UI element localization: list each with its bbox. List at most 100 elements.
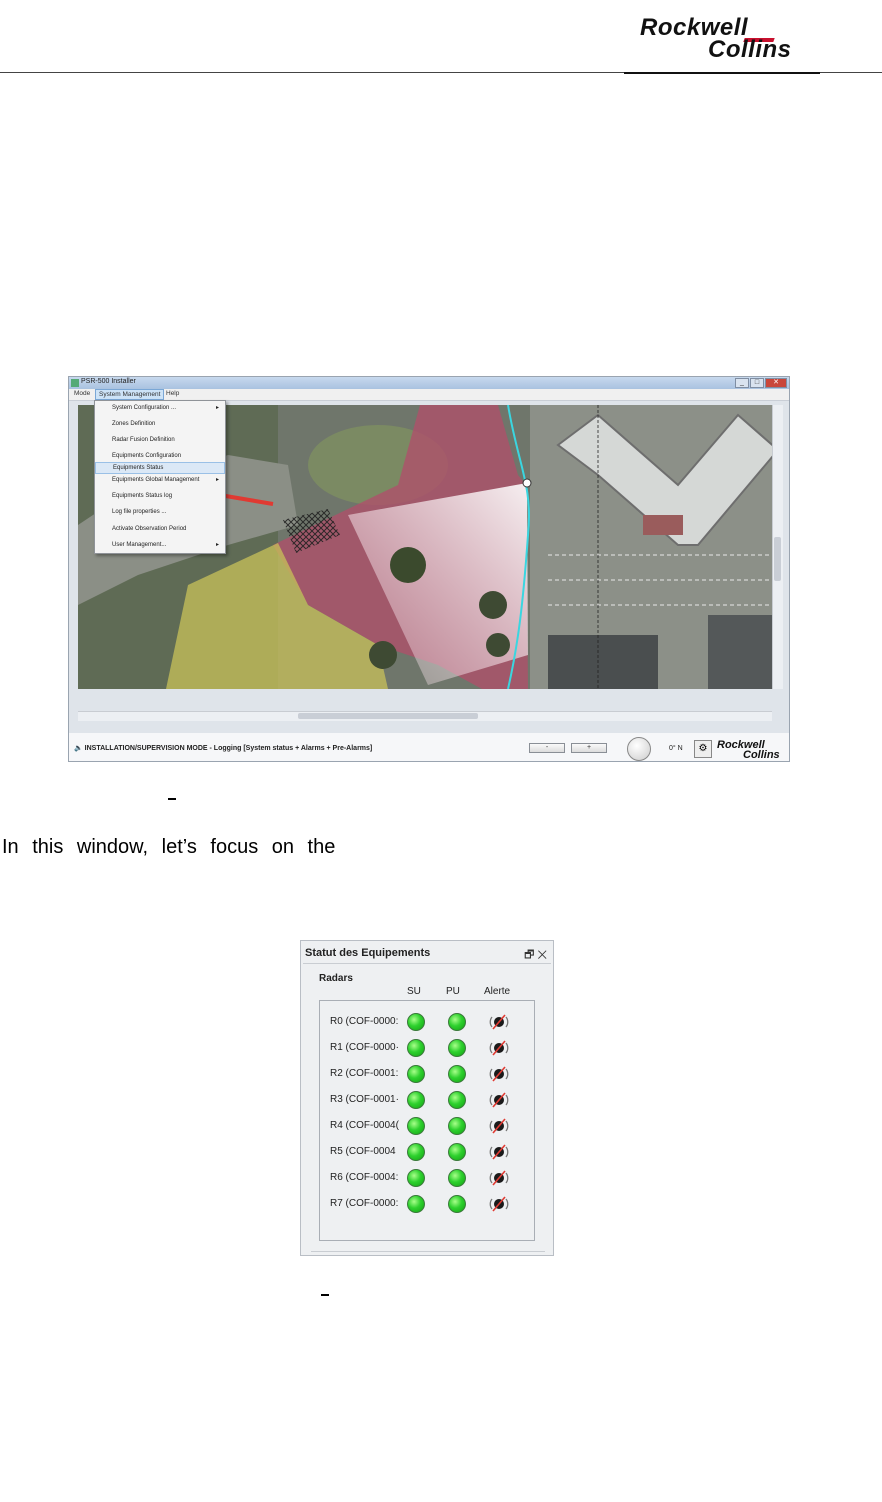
menu-item-label: User Management... xyxy=(112,542,167,548)
caption-dash-2 xyxy=(321,1294,329,1296)
radar-label: R6 (COF-0004: xyxy=(330,1172,399,1183)
radar-row[interactable]: R6 (COF-0004: xyxy=(301,1167,555,1193)
speaker-icon: 🔈 xyxy=(74,745,85,752)
horizontal-scroll-thumb[interactable] xyxy=(298,713,478,719)
menu-item-log-file-properties[interactable]: Log file properties ... xyxy=(95,507,225,519)
status-text-value: INSTALLATION/SUPERVISION MODE - Logging … xyxy=(84,745,373,752)
su-status-led-icon xyxy=(407,1169,425,1187)
status-logo-line2: Collins xyxy=(743,749,780,761)
menu-item-label: Log file properties ... xyxy=(112,509,167,515)
menu-item-user-management[interactable]: User Management... ▸ xyxy=(95,540,225,552)
status-bar: 🔈 INSTALLATION/SUPERVISION MODE - Loggin… xyxy=(69,733,789,761)
radar-row[interactable]: R7 (COF-0000: xyxy=(301,1193,555,1219)
menu-item-label: Equipments Configuration xyxy=(112,453,182,459)
alert-muted-icon xyxy=(489,1144,509,1160)
su-status-led-icon xyxy=(407,1143,425,1161)
panel-title: Statut des Equipements xyxy=(305,947,431,959)
pu-status-led-icon xyxy=(448,1039,466,1057)
close-icon[interactable]: ✕ xyxy=(537,949,547,961)
pu-status-led-icon xyxy=(448,1013,466,1031)
group-title-radars: Radars xyxy=(319,973,353,984)
title-bar: PSR-500 Installer _ □ ✕ xyxy=(69,377,789,389)
installer-window-screenshot: PSR-500 Installer _ □ ✕ Mode System Mana… xyxy=(68,376,790,762)
menu-item-label: Equipments Status log xyxy=(112,493,173,499)
menu-item-equipments-status[interactable]: Equipments Status xyxy=(95,462,225,474)
close-button[interactable]: ✕ xyxy=(765,378,787,388)
alert-muted-icon xyxy=(489,1118,509,1134)
panel-separator xyxy=(303,963,551,964)
radar-row[interactable]: R2 (COF-0001: xyxy=(301,1063,555,1089)
menu-item-label: System Configuration ... xyxy=(112,405,177,411)
pu-status-led-icon xyxy=(448,1195,466,1213)
alert-muted-icon xyxy=(489,1196,509,1212)
radar-row[interactable]: R5 (COF-0004 xyxy=(301,1141,555,1167)
submenu-arrow-icon: ▸ xyxy=(215,542,219,548)
radar-row[interactable]: R0 (COF-0000: xyxy=(301,1011,555,1037)
app-icon xyxy=(71,379,79,387)
radar-label: R7 (COF-0000: xyxy=(330,1198,399,1209)
menu-item-label: Zones Definition xyxy=(112,421,156,427)
header-rule-accent xyxy=(624,72,820,74)
logo-text-line2: Collins xyxy=(708,36,792,63)
body-paragraph: In this window, let’s focus on the xyxy=(2,836,336,858)
alert-muted-icon xyxy=(489,1170,509,1186)
column-header-alerte: Alerte xyxy=(484,986,511,997)
minimize-button[interactable]: _ xyxy=(735,378,749,388)
panel-footer-rule xyxy=(311,1251,545,1252)
maximize-button[interactable]: □ xyxy=(750,378,764,388)
radar-label: R3 (COF-0001· xyxy=(330,1094,399,1105)
menu-item-activate-observation-period[interactable]: Activate Observation Period xyxy=(95,524,225,536)
menu-item-radar-fusion-definition[interactable]: Radar Fusion Definition xyxy=(95,435,225,447)
su-status-led-icon xyxy=(407,1195,425,1213)
menu-mode[interactable]: Mode xyxy=(71,390,93,397)
rockwell-collins-logo: Rockwell Collins xyxy=(636,14,812,63)
zoom-in-button[interactable]: + xyxy=(571,743,607,753)
menu-item-equipments-status-log[interactable]: Equipments Status log xyxy=(95,491,225,503)
menu-item-label: Radar Fusion Definition xyxy=(112,437,175,443)
radar-label: R1 (COF-0000· xyxy=(330,1042,399,1053)
su-status-led-icon xyxy=(407,1065,425,1083)
gear-icon[interactable]: ⚙ xyxy=(694,740,712,758)
alert-muted-icon xyxy=(489,1066,509,1082)
pu-status-led-icon xyxy=(448,1117,466,1135)
status-text: 🔈 INSTALLATION/SUPERVISION MODE - Loggin… xyxy=(74,744,372,752)
alert-muted-icon xyxy=(489,1092,509,1108)
menu-item-label: Equipments Global Management xyxy=(112,477,200,483)
zoom-out-button[interactable]: - xyxy=(529,743,565,753)
alert-muted-icon xyxy=(489,1040,509,1056)
column-header-su: SU xyxy=(407,986,421,997)
pu-status-led-icon xyxy=(448,1143,466,1161)
menu-help[interactable]: Help xyxy=(163,390,182,397)
pu-status-led-icon xyxy=(448,1169,466,1187)
window-title: PSR-500 Installer xyxy=(81,378,136,385)
su-status-led-icon xyxy=(407,1117,425,1135)
heading-readout: 0° N xyxy=(669,745,683,752)
menu-item-equipments-global-management[interactable]: Equipments Global Management ▸ xyxy=(95,475,225,487)
radar-label: R0 (COF-0000: xyxy=(330,1016,399,1027)
horizontal-scrollbar[interactable] xyxy=(78,711,772,721)
menu-item-system-configuration[interactable]: System Configuration ... ▸ xyxy=(95,403,225,415)
menu-item-zones-definition[interactable]: Zones Definition xyxy=(95,419,225,431)
submenu-arrow-icon: ▸ xyxy=(215,477,219,483)
vertical-scrollbar[interactable] xyxy=(772,405,783,689)
restore-icon[interactable]: 🗗 xyxy=(524,949,534,961)
equipment-status-panel: Statut des Equipements 🗗 ✕ Radars SU PU … xyxy=(300,940,554,1256)
su-status-led-icon xyxy=(407,1091,425,1109)
system-management-dropdown: System Configuration ... ▸ Zones Definiti… xyxy=(94,400,226,554)
radar-row[interactable]: R3 (COF-0001· xyxy=(301,1089,555,1115)
submenu-arrow-icon: ▸ xyxy=(215,405,219,411)
alert-muted-icon xyxy=(489,1014,509,1030)
radar-label: R5 (COF-0004 xyxy=(330,1146,396,1157)
caption-dash-1 xyxy=(168,798,176,800)
menu-item-label: Activate Observation Period xyxy=(112,526,187,532)
menu-system-management[interactable]: System Management xyxy=(95,389,165,400)
radar-row[interactable]: R1 (COF-0000· xyxy=(301,1037,555,1063)
rotation-knob[interactable] xyxy=(627,737,651,761)
su-status-led-icon xyxy=(407,1039,425,1057)
vertical-scroll-thumb[interactable] xyxy=(774,537,781,581)
su-status-led-icon xyxy=(407,1013,425,1031)
menu-item-label: Equipments Status xyxy=(113,465,164,471)
radar-row[interactable]: R4 (COF-0004( xyxy=(301,1115,555,1141)
pu-status-led-icon xyxy=(448,1091,466,1109)
status-bar-logo: Rockwell Collins xyxy=(717,739,789,761)
